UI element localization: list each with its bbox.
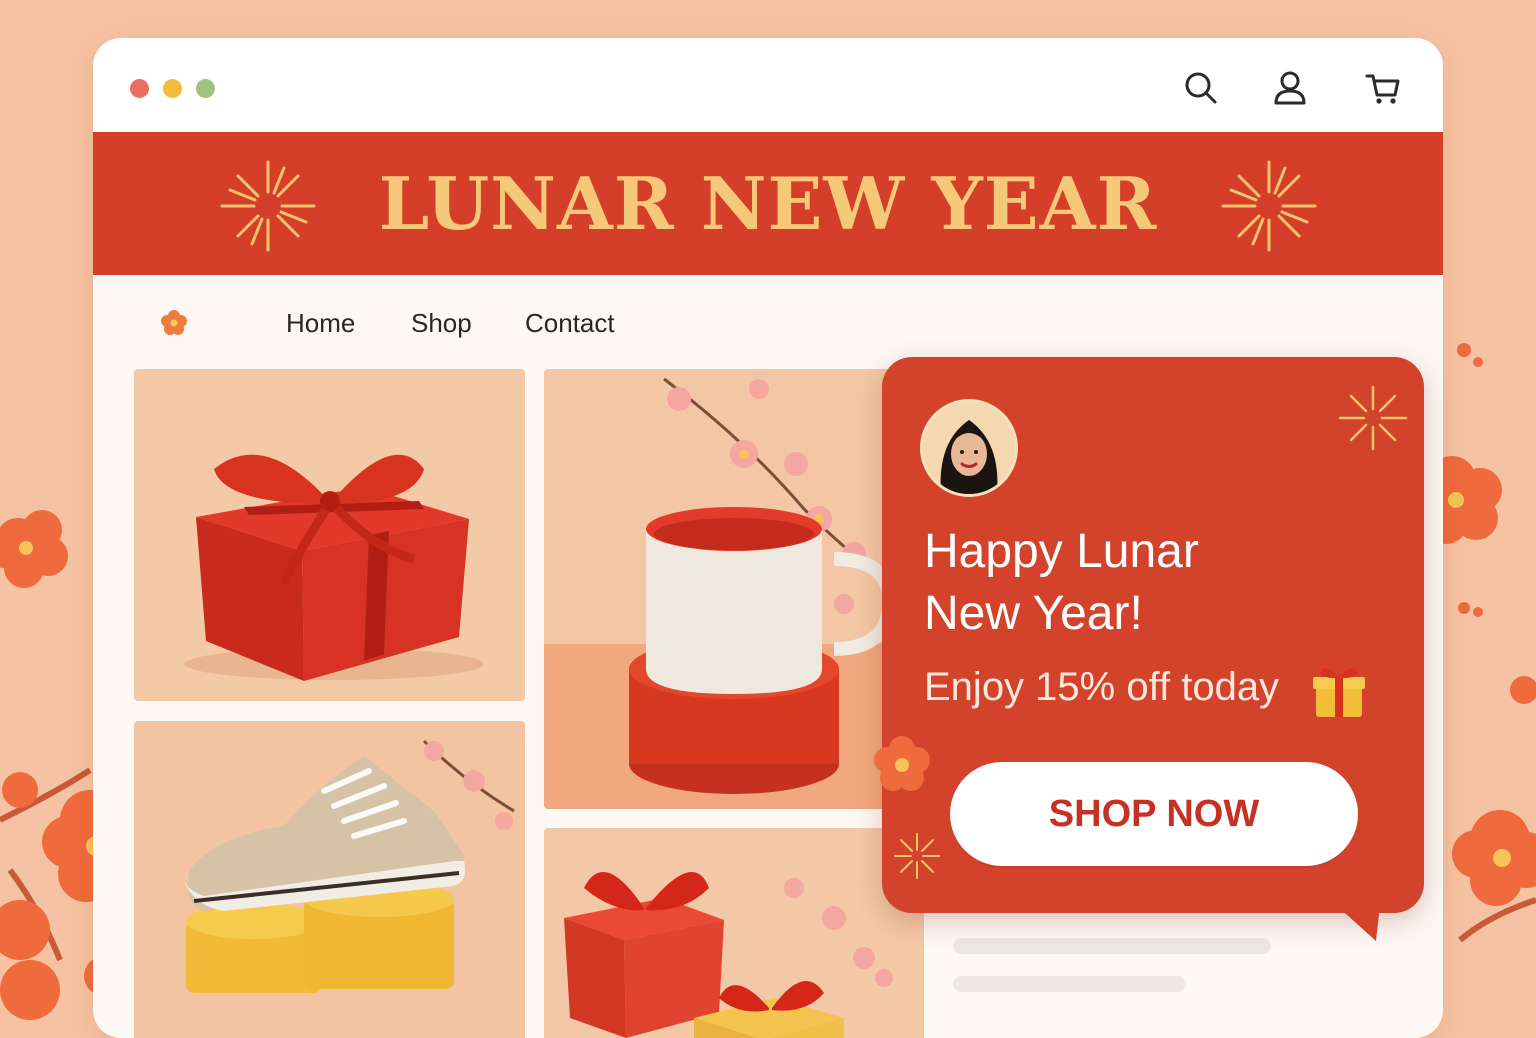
popup-tail: [1336, 905, 1380, 941]
minimize-window-button[interactable]: [163, 79, 182, 98]
mug-image: [544, 377, 904, 809]
placeholder-line: [953, 938, 1271, 954]
gift-boxes-image: [564, 872, 893, 1038]
popup-title-line1: Happy Lunar: [924, 525, 1199, 578]
nav-home[interactable]: Home: [286, 308, 355, 339]
popup-subtitle: Enjoy 15% off today: [924, 665, 1280, 709]
blossom-icon: [874, 736, 930, 791]
main-nav: Home Shop Contact: [93, 300, 893, 350]
firework-icon: [1338, 385, 1408, 451]
firework-icon: [220, 160, 316, 252]
placeholder-line: [953, 976, 1185, 992]
gift-icon: [1313, 667, 1365, 717]
promo-popup: Happy Lunar New Year! Enjoy 15% off toda…: [874, 357, 1424, 913]
nav-shop[interactable]: Shop: [411, 308, 472, 339]
shop-now-button[interactable]: SHOP NOW: [950, 762, 1358, 866]
product-tile-sneaker[interactable]: [134, 721, 525, 1038]
avatar: [920, 399, 1018, 497]
firework-icon: [1221, 160, 1317, 252]
title-bar: [93, 38, 1443, 132]
product-tile-gifts[interactable]: [544, 828, 924, 1038]
close-window-button[interactable]: [130, 79, 149, 98]
gift-box-image: [184, 454, 484, 681]
product-tile-mug[interactable]: [544, 369, 904, 809]
maximize-window-button[interactable]: [196, 79, 215, 98]
sneaker-image: [184, 739, 515, 993]
hero-banner: LUNAR NEW YEAR: [93, 132, 1443, 275]
search-icon[interactable]: [1181, 68, 1221, 108]
popup-title: Happy Lunar New Year!: [924, 521, 1304, 645]
nav-contact[interactable]: Contact: [525, 308, 615, 339]
banner-title: LUNAR NEW YEAR: [378, 161, 1158, 246]
popup-title-line2: New Year!: [924, 587, 1143, 640]
cart-icon[interactable]: [1363, 68, 1403, 108]
product-tile-gift[interactable]: [134, 369, 525, 701]
user-icon[interactable]: [1270, 68, 1310, 108]
firework-icon: [894, 833, 940, 879]
blossom-icon[interactable]: [159, 308, 189, 338]
